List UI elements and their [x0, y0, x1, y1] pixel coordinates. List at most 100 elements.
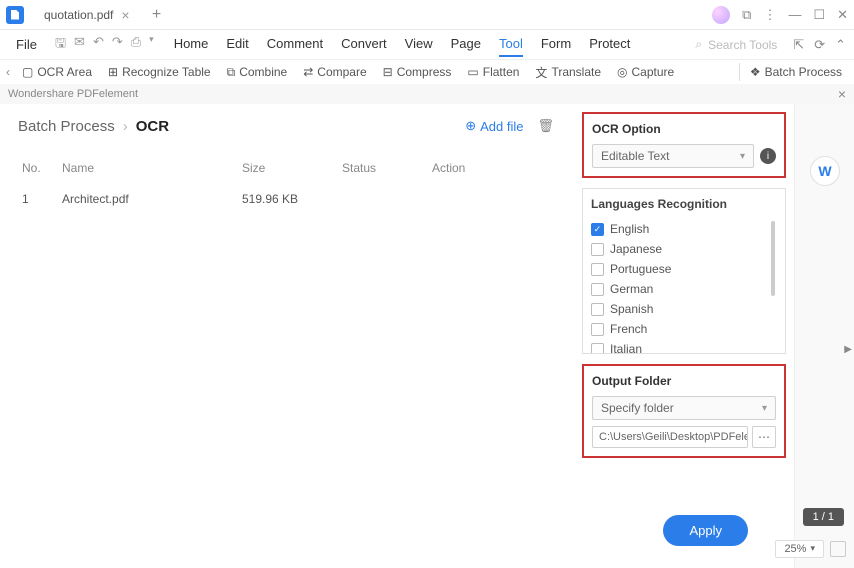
export-icon[interactable]: ⇱: [793, 37, 804, 53]
checkbox-icon[interactable]: [591, 263, 604, 276]
menubar: File 🖫 ✉ ↶ ↷ ⎙ ▾ Home Edit Comment Conve…: [0, 30, 854, 60]
add-file-button[interactable]: ⊕ Add file: [465, 118, 523, 134]
table-row[interactable]: 1 Architect.pdf 519.96 KB: [18, 184, 556, 214]
flatten-button[interactable]: ▭ Flatten: [461, 63, 525, 81]
panel-titlebar: Wondershare PDFelement ×: [0, 84, 854, 104]
maximize-icon[interactable]: ☐: [813, 7, 825, 23]
save-icon[interactable]: 🖫: [55, 34, 66, 56]
table-header: No. Name Size Status Action: [18, 153, 556, 184]
lang-item-portuguese[interactable]: Portuguese: [591, 259, 777, 279]
close-panel-icon[interactable]: ×: [838, 86, 846, 102]
plus-icon: ⊕: [465, 118, 476, 134]
scroll-left-icon[interactable]: ‹: [6, 65, 10, 79]
zoom-dropdown[interactable]: 25% ▾: [775, 540, 824, 558]
tab-convert[interactable]: Convert: [341, 32, 387, 57]
delete-icon[interactable]: 🗑: [537, 118, 554, 134]
ocr-area-button[interactable]: ▢ OCR Area: [16, 63, 98, 81]
quick-icons: 🖫 ✉ ↶ ↷ ⎙ ▾: [55, 34, 154, 56]
tab-edit[interactable]: Edit: [226, 32, 248, 57]
lang-item-german[interactable]: German: [591, 279, 777, 299]
menu-dots-icon[interactable]: ⋮: [763, 7, 776, 23]
checkbox-icon[interactable]: [591, 323, 604, 336]
panel-actions: ⊕ Add file 🗑: [465, 118, 554, 134]
col-action: Action: [432, 161, 552, 175]
collapse-ribbon-icon[interactable]: ⌃: [835, 37, 846, 53]
document-tab[interactable]: quotation.pdf ×: [34, 3, 140, 27]
word-export-icon[interactable]: W: [810, 156, 840, 186]
apply-button[interactable]: Apply: [663, 515, 748, 546]
panel-title-text: Wondershare PDFelement: [8, 88, 138, 100]
languages-list[interactable]: English Japanese Portuguese German Spani…: [591, 219, 777, 353]
compare-button[interactable]: ⇄ Compare: [297, 63, 372, 81]
batch-process-button[interactable]: ❖ Batch Process: [739, 63, 848, 81]
fit-page-icon[interactable]: [830, 541, 846, 557]
scrollbar[interactable]: [771, 221, 775, 296]
print-icon[interactable]: ⎙: [131, 34, 141, 56]
redo-icon[interactable]: ↷: [112, 34, 123, 56]
minimize-icon[interactable]: —: [788, 7, 801, 22]
app-icon: [6, 6, 24, 24]
close-tab-icon[interactable]: ×: [121, 7, 129, 23]
chevron-down-icon: ▾: [762, 403, 767, 414]
cell-size: 519.96 KB: [242, 192, 342, 206]
new-tab-button[interactable]: +: [146, 4, 168, 26]
tab-protect[interactable]: Protect: [589, 32, 630, 57]
checkbox-icon[interactable]: [591, 303, 604, 316]
languages-section: Languages Recognition English Japanese P…: [582, 188, 786, 354]
browse-button[interactable]: ⋯: [752, 426, 776, 448]
file-menu[interactable]: File: [8, 35, 45, 54]
checkbox-icon[interactable]: [591, 283, 604, 296]
info-icon[interactable]: i: [760, 148, 776, 164]
lang-item-japanese[interactable]: Japanese: [591, 239, 777, 259]
tab-title: quotation.pdf: [44, 8, 113, 22]
col-status: Status: [342, 161, 432, 175]
preview-sidebar: W ▶ 1 / 1 25% ▾: [794, 104, 854, 568]
tab-page[interactable]: Page: [451, 32, 481, 57]
expand-sidebar-icon[interactable]: ▶: [844, 344, 852, 355]
lang-item-italian[interactable]: Italian: [591, 339, 777, 353]
chevron-down-icon[interactable]: ▾: [149, 34, 154, 56]
main-tabs: Home Edit Comment Convert View Page Tool…: [174, 32, 631, 57]
cell-no: 1: [22, 192, 62, 206]
tool-toolbar: ‹ ▢ OCR Area ⊞ Recognize Table ⧉ Combine…: [0, 60, 854, 84]
tab-comment[interactable]: Comment: [267, 32, 323, 57]
lang-item-french[interactable]: French: [591, 319, 777, 339]
undo-icon[interactable]: ↶: [93, 34, 104, 56]
checkbox-icon[interactable]: [591, 343, 604, 354]
output-path-input[interactable]: C:\Users\Geili\Desktop\PDFelement\OC: [592, 426, 748, 448]
output-mode-dropdown[interactable]: Specify folder ▾: [592, 396, 776, 420]
combine-button[interactable]: ⧉ Combine: [221, 63, 294, 82]
titlebar: quotation.pdf × + ⧉ ⋮ — ☐ ✕: [0, 0, 854, 30]
close-window-icon[interactable]: ✕: [837, 7, 848, 23]
languages-title: Languages Recognition: [591, 197, 777, 211]
tab-view[interactable]: View: [405, 32, 433, 57]
capture-button[interactable]: ◎ Capture: [611, 63, 680, 81]
ai-icon[interactable]: [712, 6, 730, 24]
zoom-control: 25% ▾: [775, 540, 846, 558]
options-pane: OCR Option Editable Text ▾ i Languages R…: [574, 104, 794, 568]
cell-name: Architect.pdf: [62, 192, 242, 206]
lang-item-english[interactable]: English: [591, 219, 777, 239]
cloud-icon[interactable]: ⟳: [814, 37, 825, 53]
checkbox-icon[interactable]: [591, 223, 604, 236]
ocr-mode-dropdown[interactable]: Editable Text ▾: [592, 144, 754, 168]
breadcrumb-batch[interactable]: Batch Process: [18, 118, 115, 135]
menubar-right-icons: ⇱ ⟳ ⌃: [793, 37, 846, 53]
tab-home[interactable]: Home: [174, 32, 209, 57]
tab-form[interactable]: Form: [541, 32, 571, 57]
col-name: Name: [62, 161, 242, 175]
ocr-mode-value: Editable Text: [601, 149, 670, 163]
output-folder-title: Output Folder: [592, 374, 776, 388]
search-tools[interactable]: ⌕ Search Tools: [695, 37, 777, 52]
checkbox-icon[interactable]: [591, 243, 604, 256]
translate-button[interactable]: 文 Translate: [529, 62, 607, 83]
cell-status: [342, 192, 432, 206]
recognize-table-button[interactable]: ⊞ Recognize Table: [102, 63, 217, 81]
compress-button[interactable]: ⊟ Compress: [377, 63, 458, 81]
tab-tool[interactable]: Tool: [499, 32, 523, 57]
lang-item-spanish[interactable]: Spanish: [591, 299, 777, 319]
share-icon[interactable]: ⧉: [742, 7, 751, 23]
mail-icon[interactable]: ✉: [74, 34, 85, 56]
batch-panel: Batch Process › OCR ⊕ Add file 🗑 No. Nam…: [0, 104, 574, 568]
output-mode-value: Specify folder: [601, 401, 674, 415]
